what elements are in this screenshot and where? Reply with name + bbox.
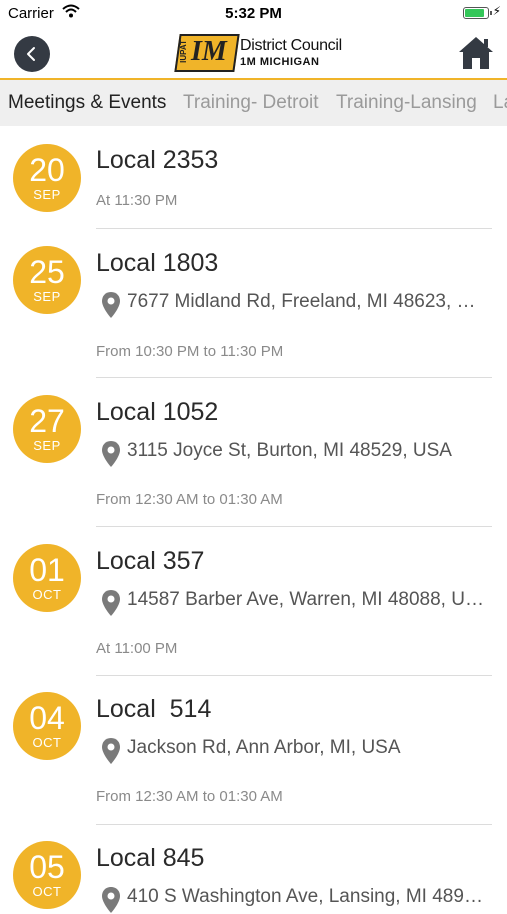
status-bar: Carrier 5:32 PM ⚡ (0, 0, 507, 28)
event-time: At 11:30 PM (96, 192, 178, 209)
date-day: 27 (29, 403, 65, 439)
date-month: OCT (32, 587, 62, 602)
date-badge: 01 OCT (13, 544, 81, 612)
date-badge: 04 OCT (13, 692, 81, 760)
map-pin-icon (102, 590, 120, 616)
date-month: SEP (33, 438, 61, 453)
map-pin-icon (102, 738, 120, 764)
list-item[interactable]: 05 OCT Local 845 410 S Washington Ave, L… (0, 825, 507, 913)
event-time: From 12:30 AM to 01:30 AM (96, 491, 283, 508)
address-text: 410 S Washington Ave, Lansing, MI 48933,… (127, 886, 486, 907)
address-text: 3115 Joyce St, Burton, MI 48529, USA (127, 440, 452, 461)
charging-icon: ⚡ (492, 4, 501, 18)
address-text: 7677 Midland Rd, Freeland, MI 48623, USA (127, 291, 486, 312)
date-day: 05 (29, 849, 65, 885)
logo-title: District Council (240, 37, 342, 54)
address-text: 14587 Barber Ave, Warren, MI 48088, USA (127, 589, 486, 610)
date-day: 20 (29, 152, 65, 188)
date-badge: 27 SEP (13, 395, 81, 463)
date-day: 01 (29, 552, 65, 588)
list-item[interactable]: 04 OCT Local 514 Jackson Rd, Ann Arbor, … (0, 676, 507, 825)
logo-subtitle: 1M MICHIGAN (240, 56, 320, 68)
category-tabs: Meetings & Events Training- Detroit Trai… (0, 80, 507, 126)
event-title: Local 514 (96, 695, 212, 723)
list-item[interactable]: 01 OCT Local 357 14587 Barber Ave, Warre… (0, 527, 507, 676)
home-button[interactable] (457, 34, 495, 72)
event-address: 410 S Washington Ave, Lansing, MI 48933,… (96, 886, 486, 914)
home-icon (459, 37, 493, 69)
date-day: 04 (29, 700, 65, 736)
address-text: Jackson Rd, Ann Arbor, MI, USA (127, 737, 401, 758)
event-time: From 10:30 PM to 11:30 PM (96, 343, 284, 360)
date-month: SEP (33, 289, 61, 304)
event-address: Jackson Rd, Ann Arbor, MI, USA (96, 737, 486, 765)
event-address: 14587 Barber Ave, Warren, MI 48088, USA (96, 589, 486, 617)
map-pin-icon (102, 292, 120, 318)
date-badge: 05 OCT (13, 841, 81, 909)
nav-bar: IUPAT IM District Council 1M MICHIGAN (0, 28, 507, 80)
date-month: OCT (32, 735, 62, 750)
date-month: OCT (32, 884, 62, 899)
event-address: 3115 Joyce St, Burton, MI 48529, USA (96, 440, 486, 468)
list-item[interactable]: 27 SEP Local 1052 3115 Joyce St, Burton,… (0, 378, 507, 527)
event-title: Local 2353 (96, 146, 219, 174)
list-item[interactable]: 20 SEP Local 2353 At 11:30 PM (0, 126, 507, 229)
map-pin-icon (102, 441, 120, 467)
district-council-logo: IUPAT IM District Council 1M MICHIGAN (174, 34, 342, 72)
event-title: Local 845 (96, 844, 205, 872)
tab-meetings-events[interactable]: Meetings & Events (8, 92, 166, 114)
date-badge: 25 SEP (13, 246, 81, 314)
logo-im-text: IM (191, 36, 227, 67)
event-time: At 11:00 PM (96, 640, 178, 657)
tab-training-lansing[interactable]: Training-Lansing (336, 92, 477, 114)
tab-training-detroit[interactable]: Training- Detroit (183, 92, 319, 114)
date-month: SEP (33, 187, 61, 202)
tab-partial[interactable]: La (493, 92, 507, 114)
event-title: Local 357 (96, 547, 205, 575)
back-button[interactable] (14, 36, 50, 72)
logo-iupat-text: IUPAT (179, 40, 188, 63)
list-item[interactable]: 25 SEP Local 1803 7677 Midland Rd, Freel… (0, 229, 507, 378)
date-day: 25 (29, 254, 65, 290)
clock: 5:32 PM (225, 5, 282, 22)
event-title: Local 1052 (96, 398, 219, 426)
event-time: From 12:30 AM to 01:30 AM (96, 788, 283, 805)
battery-icon (463, 7, 492, 19)
event-address: 7677 Midland Rd, Freeland, MI 48623, USA (96, 291, 486, 319)
chevron-left-icon (27, 47, 35, 61)
event-title: Local 1803 (96, 249, 219, 277)
map-pin-icon (102, 887, 120, 913)
date-badge: 20 SEP (13, 144, 81, 212)
